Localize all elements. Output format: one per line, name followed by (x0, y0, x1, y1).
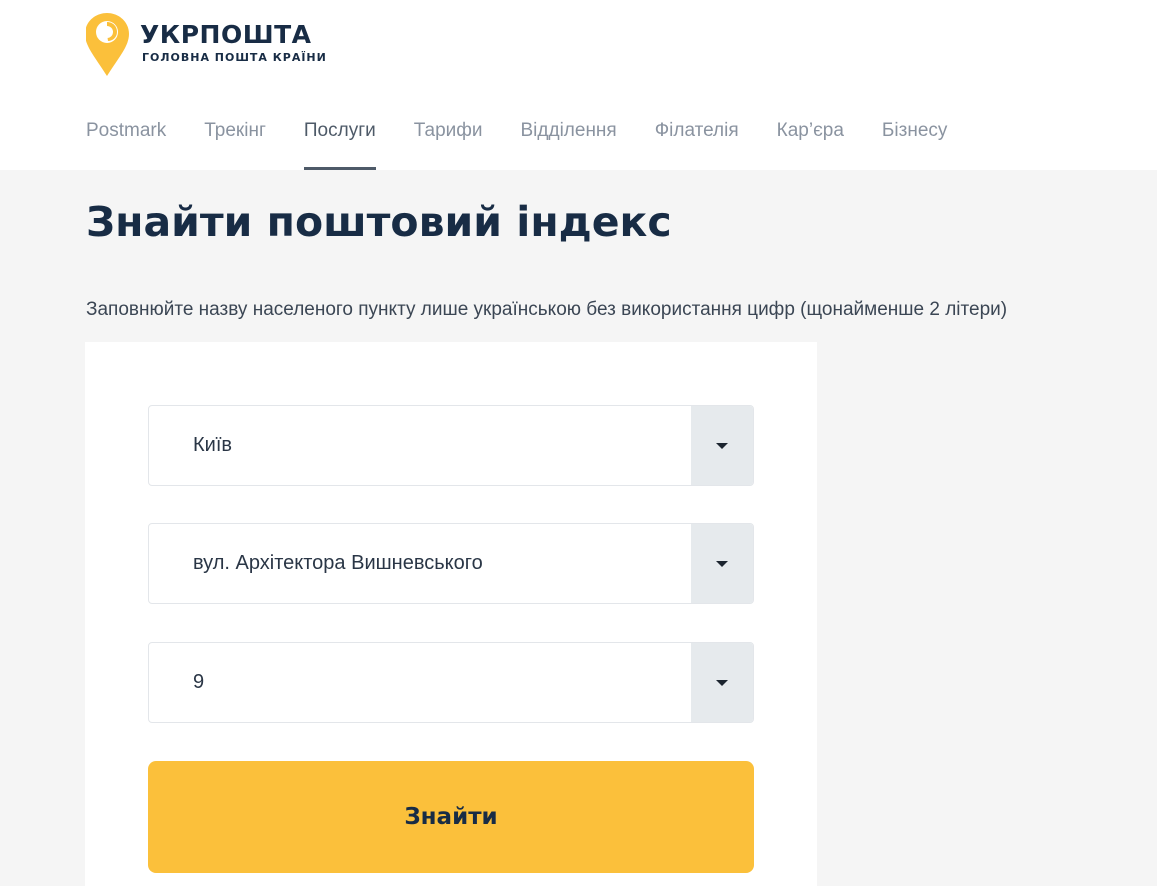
nav-item-postmark[interactable]: Postmark (86, 118, 166, 170)
map-pin-icon (86, 13, 129, 76)
house-dropdown-toggle[interactable] (691, 643, 753, 722)
find-button[interactable]: Знайти (148, 761, 754, 873)
search-hint: Заповнюйте назву населеного пункту лише … (86, 299, 1008, 320)
main-nav: Postmark Трекінг Послуги Тарифи Відділен… (86, 118, 947, 170)
nav-item-tariffs[interactable]: Тарифи (414, 118, 483, 170)
logo-link[interactable]: УКРПОШТА ГОЛОВНА ПОШТА КРАЇНИ (86, 13, 326, 77)
house-value: 9 (193, 671, 205, 693)
city-field[interactable]: Київ (148, 405, 754, 486)
house-field[interactable]: 9 (148, 642, 754, 723)
nav-item-business[interactable]: Бізнесу (882, 118, 947, 170)
street-value: вул. Архітектора Вишневського (193, 552, 483, 574)
nav-item-philately[interactable]: Філателія (655, 118, 739, 170)
street-dropdown-toggle[interactable] (691, 524, 753, 603)
chevron-down-icon (716, 443, 728, 449)
postcode-search-form: Київ вул. Архітектора Вишневського 9 Зна… (85, 342, 817, 886)
chevron-down-icon (716, 561, 728, 567)
page-title: Знайти поштовий індекс (86, 198, 672, 246)
city-value: Київ (193, 434, 233, 456)
site-header: УКРПОШТА ГОЛОВНА ПОШТА КРАЇНИ Postmark Т… (0, 0, 1157, 170)
nav-item-branches[interactable]: Відділення (521, 118, 617, 170)
street-field[interactable]: вул. Архітектора Вишневського (148, 523, 754, 604)
nav-item-career[interactable]: Кар’єра (777, 118, 844, 170)
city-dropdown-toggle[interactable] (691, 406, 753, 485)
chevron-down-icon (716, 680, 728, 686)
brand-subtitle: ГОЛОВНА ПОШТА КРАЇНИ (142, 51, 327, 64)
brand-title: УКРПОШТА (140, 20, 312, 49)
nav-item-services[interactable]: Послуги (303, 118, 376, 170)
nav-item-tracking[interactable]: Трекінг (204, 118, 266, 170)
